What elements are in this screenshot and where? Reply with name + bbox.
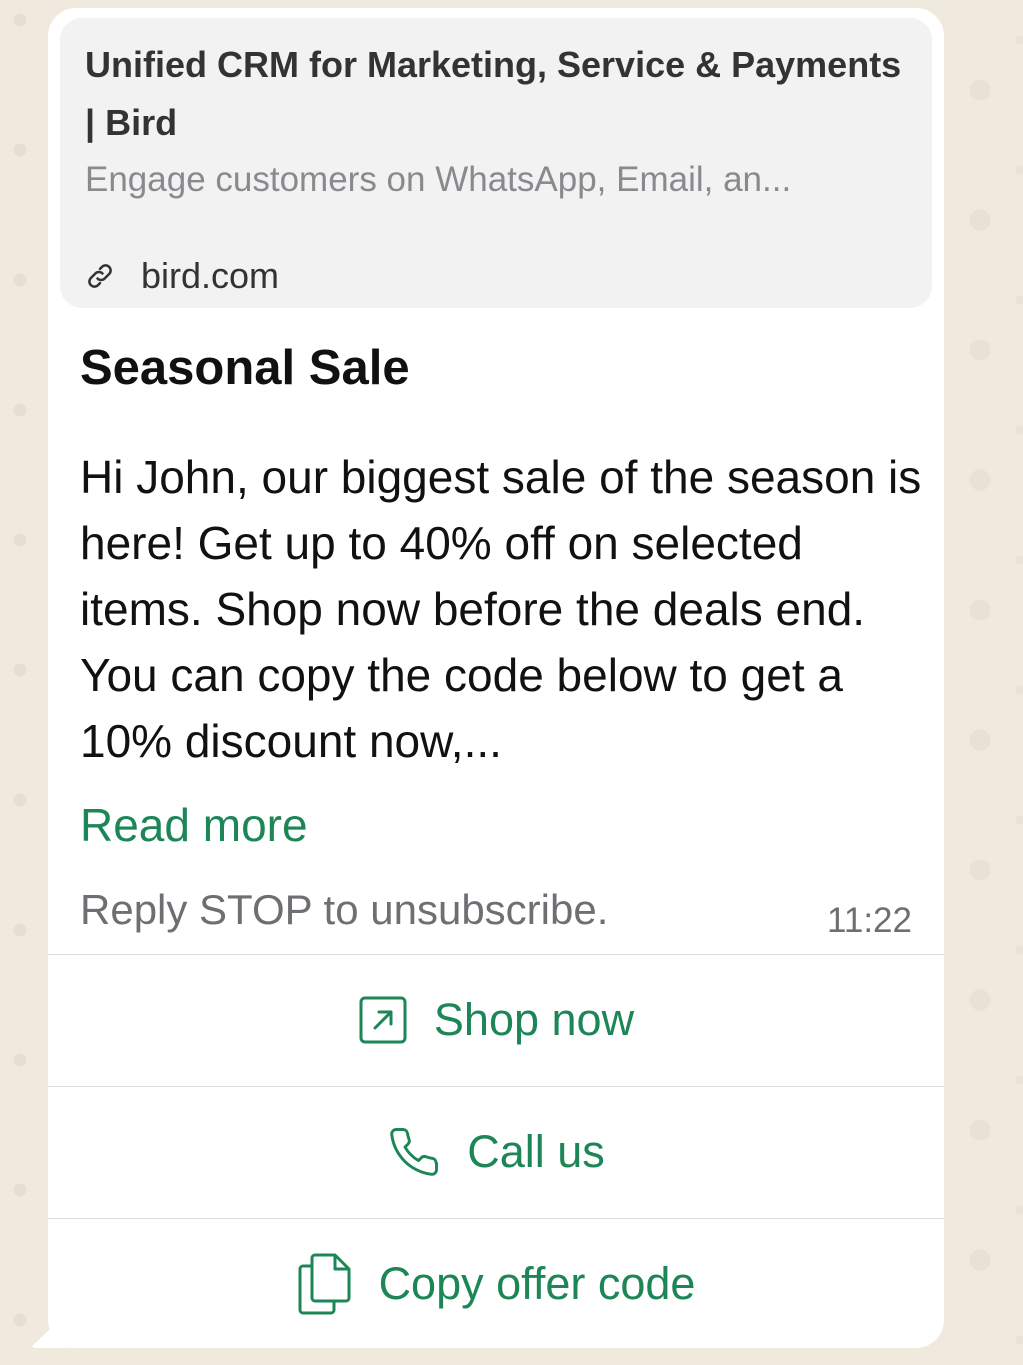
phone-icon [387,1125,441,1179]
copy-offer-code-button[interactable]: Copy offer code [48,1219,944,1348]
shop-now-button[interactable]: Shop now [48,955,944,1085]
message-footer: Reply STOP to unsubscribe. [80,886,609,933]
link-preview-domain-row: bird.com [85,254,279,298]
link-preview-description: Engage customers on WhatsApp, Email, an.… [85,160,792,199]
message-timestamp: 11:22 [827,901,912,940]
copy-offer-code-label: Copy offer code [378,1258,696,1309]
link-preview-title: Unified CRM for Marketing, Service & Pay… [85,44,902,143]
link-icon [88,264,112,288]
link-preview-card[interactable]: Unified CRM for Marketing, Service & Pay… [60,18,932,308]
external-link-icon [358,995,408,1045]
call-us-button[interactable]: Call us [48,1087,944,1217]
message-header: Seasonal Sale [80,341,410,395]
link-preview-domain: bird.com [141,255,280,296]
message-bubble: Unified CRM for Marketing, Service & Pay… [48,8,944,1348]
copy-icon [297,1252,353,1316]
message-body: Hi John, our biggest sale of the season … [80,451,922,767]
read-more-link[interactable]: Read more [80,792,308,858]
shop-now-label: Shop now [433,994,635,1045]
call-us-label: Call us [467,1126,605,1177]
